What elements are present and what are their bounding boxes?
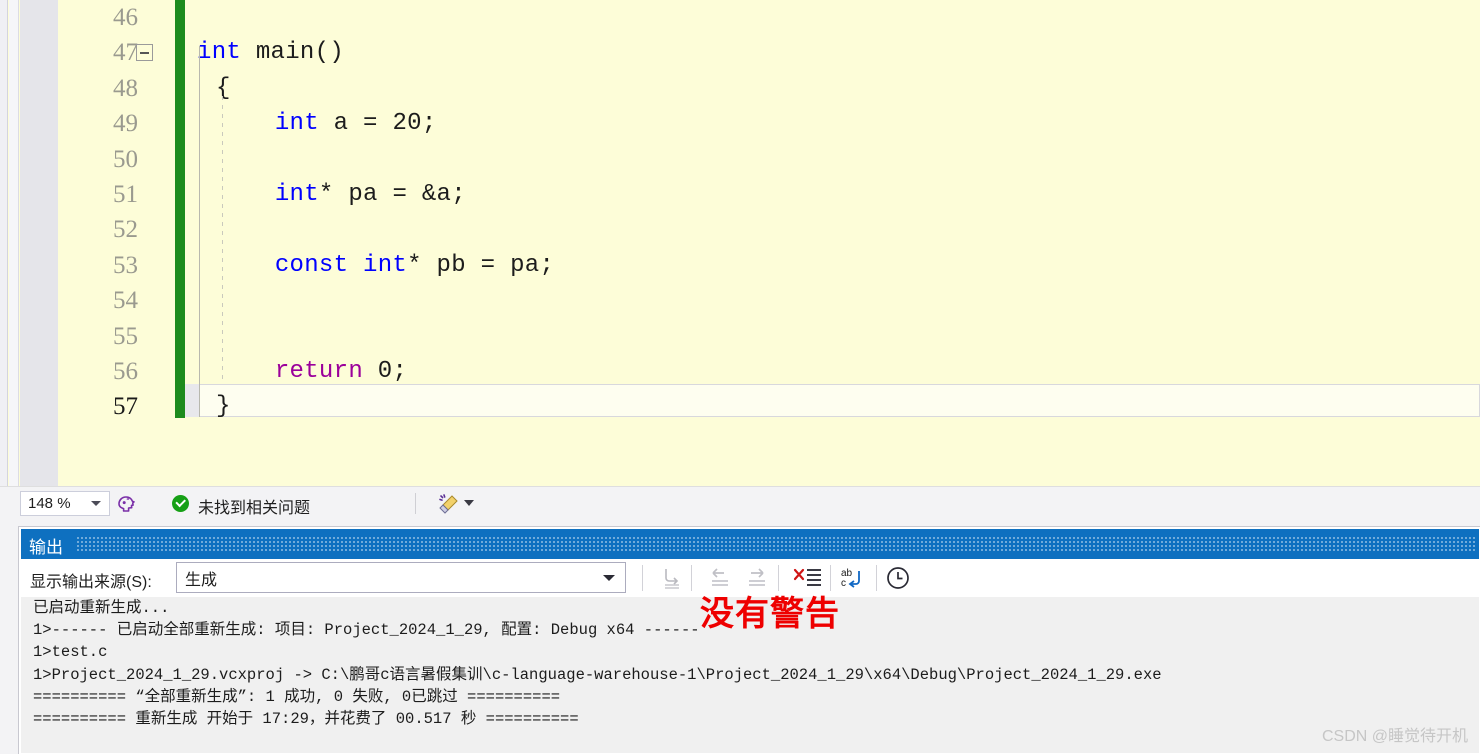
go-to-message-icon[interactable] <box>657 564 687 592</box>
line-code[interactable]: int a = 20; <box>216 106 437 141</box>
red-annotation-no-warnings: 没有警告 <box>700 595 840 633</box>
editor-line[interactable]: 47 int main() <box>58 35 1480 70</box>
fold-collapse-icon[interactable] <box>136 44 153 62</box>
line-number: 53 <box>113 251 138 279</box>
svg-text:c: c <box>841 578 846 589</box>
toolbar-separator <box>876 565 877 591</box>
editor-line[interactable]: 52 <box>58 212 1480 247</box>
line-number: 55 <box>113 322 138 350</box>
output-panel-header[interactable]: 输出 <box>21 529 1479 559</box>
code-cleanup-broom-icon[interactable] <box>437 493 461 515</box>
chevron-down-icon[interactable] <box>464 500 474 506</box>
code-editor[interactable]: 46 47 int main() 48 { 49 int a = 20; 50 … <box>0 0 1480 486</box>
line-number: 54 <box>113 287 138 315</box>
indent-guide <box>222 96 223 384</box>
intellisense-head-icon[interactable] <box>115 493 137 515</box>
problem-status-text: 未找到相关问题 <box>198 500 311 517</box>
block-structure-guide <box>199 46 200 417</box>
toolbar-separator <box>691 565 692 591</box>
status-divider <box>415 493 416 514</box>
line-number: 57 <box>113 393 138 421</box>
output-panel: 输出 显示输出来源(S): 生成 ab c 已启动重新生成... 1>-----… <box>18 526 1480 754</box>
editor-line[interactable]: 46 <box>58 0 1480 35</box>
line-number: 50 <box>113 145 138 173</box>
line-code[interactable]: } <box>216 389 231 424</box>
line-number: 51 <box>113 180 138 208</box>
chevron-down-icon[interactable] <box>603 574 615 581</box>
show-timestamps-icon[interactable] <box>883 564 913 592</box>
panel-drag-dots[interactable] <box>77 537 1475 552</box>
editor-line[interactable]: 50 <box>58 142 1480 177</box>
current-line-highlight-margin <box>185 384 199 417</box>
window-edge-strip <box>0 0 8 486</box>
line-code[interactable]: int* pa = &a; <box>216 177 466 212</box>
line-number: 56 <box>113 357 138 385</box>
editor-status-bar: 148 % 未找到相关问题 <box>0 486 1480 519</box>
line-number: 47 <box>113 39 138 67</box>
line-number: 52 <box>113 216 138 244</box>
visual-studio-window: 46 47 int main() 48 { 49 int a = 20; 50 … <box>0 0 1480 754</box>
toolbar-separator <box>642 565 643 591</box>
line-number: 48 <box>113 74 138 102</box>
line-number: 49 <box>113 110 138 138</box>
output-source-label: 显示输出来源(S): <box>30 574 152 591</box>
line-code[interactable]: { <box>216 71 231 106</box>
output-line: ========== “全部重新生成”: 1 成功, 0 失败, 0已跳过 ==… <box>33 687 561 706</box>
zoom-level-value: 148 % <box>28 495 71 512</box>
line-code[interactable]: int main() <box>197 35 344 70</box>
zoom-level-dropdown[interactable]: 148 % <box>20 491 110 516</box>
editor-line[interactable]: 53 const int* pb = pa; <box>58 248 1480 283</box>
output-source-dropdown[interactable]: 生成 <box>176 562 626 593</box>
window-edge-strip-2 <box>9 0 19 486</box>
editor-line[interactable]: 55 <box>58 319 1480 354</box>
output-source-value: 生成 <box>185 571 218 589</box>
line-code[interactable]: const int* pb = pa; <box>216 248 554 283</box>
editor-line[interactable]: 48 { <box>58 71 1480 106</box>
output-line: 1>Project_2024_1_29.vcxproj -> C:\鹏哥c语言暑… <box>33 665 1162 684</box>
line-number: 46 <box>113 4 138 31</box>
editor-line[interactable]: 51 int* pa = &a; <box>58 177 1480 212</box>
editor-lines: 46 47 int main() 48 { 49 int a = 20; 50 … <box>58 0 1480 425</box>
chevron-down-icon[interactable] <box>91 501 101 506</box>
current-line-highlight <box>199 384 1480 417</box>
output-line: ========== 重新生成 开始于 17:29，并花费了 00.517 秒 … <box>33 710 579 729</box>
editor-line[interactable]: 49 int a = 20; <box>58 106 1480 141</box>
changed-lines-indicator <box>175 0 185 418</box>
output-line: 1>test.c <box>33 643 108 662</box>
watermark: CSDN @睡觉待开机 <box>1321 728 1468 745</box>
output-panel-title: 输出 <box>29 538 63 557</box>
toggle-word-wrap-icon[interactable]: ab c <box>837 564 873 592</box>
green-check-icon <box>172 495 189 512</box>
editor-gutter-band[interactable] <box>20 0 58 486</box>
editor-line[interactable]: 54 <box>58 283 1480 318</box>
